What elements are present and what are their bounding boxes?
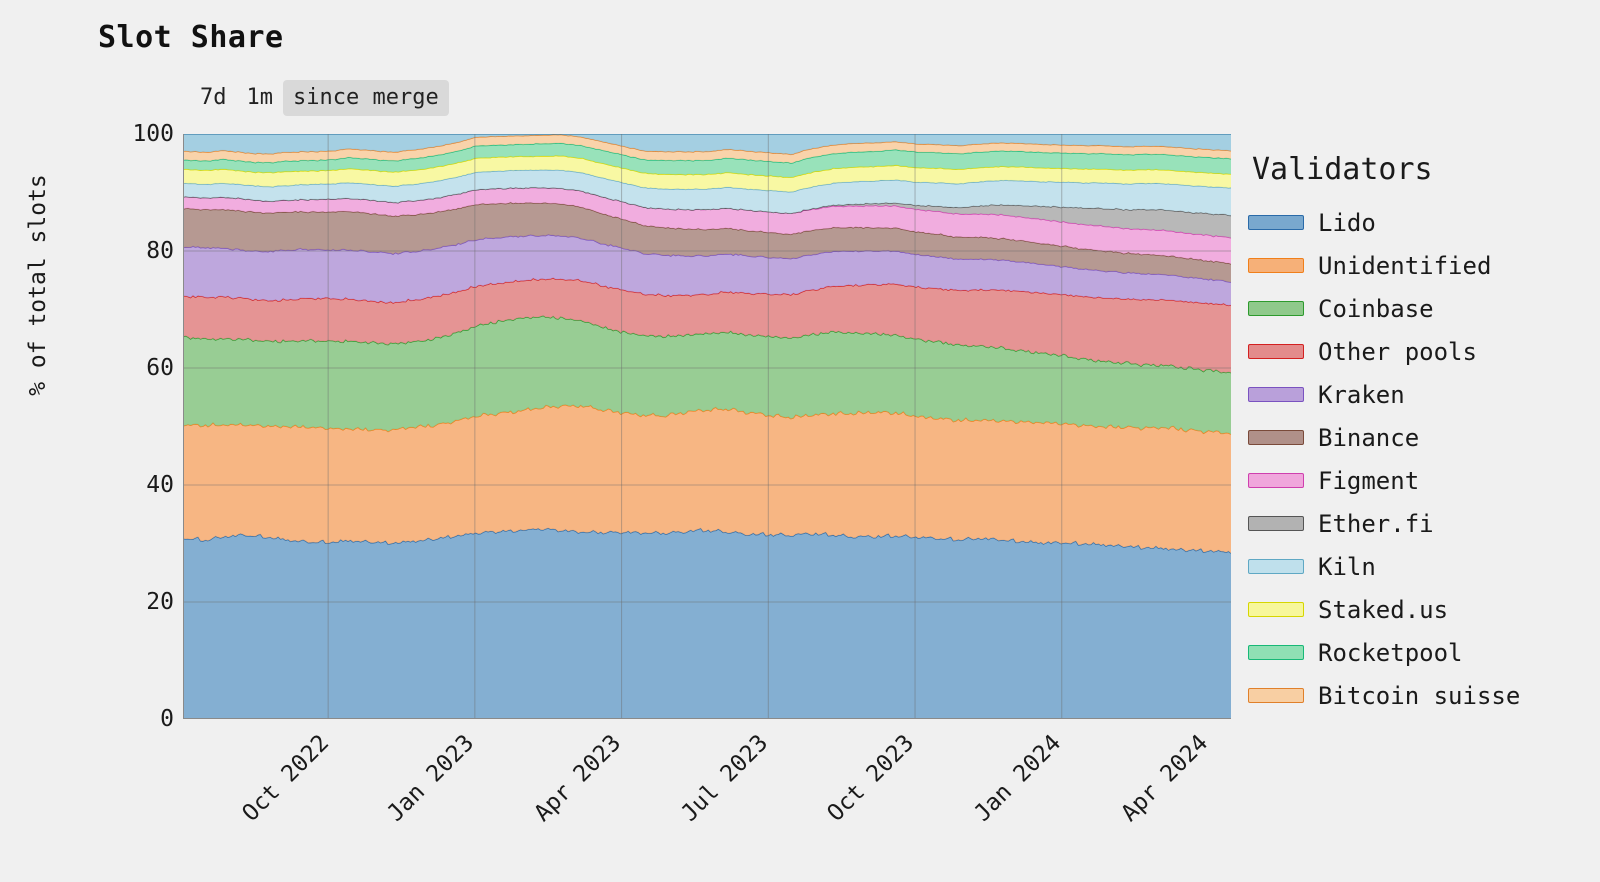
legend-item-figment[interactable]: Figment — [1248, 459, 1598, 502]
range-button-since-merge[interactable]: since merge — [283, 80, 449, 117]
y-tick-label: 20 — [146, 589, 174, 615]
y-axis-title: % of total slots — [25, 174, 51, 396]
legend-item-label: Rocketpool — [1318, 638, 1463, 667]
y-tick-label: 40 — [146, 472, 174, 498]
area-lido — [183, 528, 1231, 719]
legend-swatch-icon — [1248, 645, 1304, 660]
legend-item-kiln[interactable]: Kiln — [1248, 545, 1598, 588]
chart-page: Slot Share 7d 1m since merge 0 20 40 60 80 100 … — [0, 0, 1600, 882]
x-tick-label: Jul 2023 — [676, 730, 773, 827]
legend-swatch-icon — [1248, 430, 1304, 445]
legend-item-label: Ether.fi — [1318, 509, 1434, 538]
legend-item-label: Staked.us — [1318, 595, 1449, 624]
legend-swatch-icon — [1248, 473, 1304, 488]
legend-item-unidentified[interactable]: Unidentified — [1248, 244, 1598, 287]
legend-item-label: Kiln — [1318, 552, 1376, 581]
y-tick-label: 100 — [132, 121, 174, 147]
legend-item-ether-fi[interactable]: Ether.fi — [1248, 502, 1598, 545]
legend-item-label: Kraken — [1318, 380, 1405, 409]
legend-item-label: Unidentified — [1318, 251, 1492, 280]
legend-title: Validators — [1252, 152, 1433, 187]
legend-item-rocketpool[interactable]: Rocketpool — [1248, 631, 1598, 674]
legend-swatch-icon — [1248, 559, 1304, 574]
legend: Validators Lido Unidentified Coinbase Other… — [1248, 152, 1598, 717]
y-tick-label: 60 — [146, 355, 174, 381]
legend-item-label: Binance — [1318, 423, 1420, 452]
legend-swatch-icon — [1248, 258, 1304, 273]
legend-item-coinbase[interactable]: Coinbase — [1248, 287, 1598, 330]
legend-item-label: Figment — [1318, 466, 1420, 495]
legend-item-other-pools[interactable]: Other pools — [1248, 330, 1598, 373]
legend-swatch-icon — [1248, 387, 1304, 402]
legend-item-list: Lido Unidentified Coinbase Other pools Krake… — [1248, 201, 1598, 717]
time-range-selector[interactable]: 7d 1m since merge — [190, 80, 449, 117]
x-tick-label: Oct 2022 — [237, 730, 335, 827]
legend-item-bitcoin-suisse[interactable]: Bitcoin suisse — [1248, 674, 1598, 717]
plot-area[interactable] — [183, 134, 1231, 719]
legend-item-label: Coinbase — [1318, 294, 1434, 323]
legend-item-staked-us[interactable]: Staked.us — [1248, 588, 1598, 631]
legend-item-label: Bitcoin suisse — [1318, 681, 1521, 710]
legend-swatch-icon — [1248, 301, 1304, 316]
x-tick-label: Apr 2023 — [529, 730, 627, 827]
stacked-area-chart — [183, 134, 1231, 719]
legend-swatch-icon — [1248, 688, 1304, 703]
legend-item-label: Lido — [1318, 208, 1376, 237]
x-tick-label: Apr 2024 — [1116, 730, 1213, 827]
legend-item-lido[interactable]: Lido — [1248, 201, 1598, 244]
legend-item-label: Other pools — [1318, 337, 1477, 366]
legend-item-binance[interactable]: Binance — [1248, 416, 1598, 459]
legend-item-kraken[interactable]: Kraken — [1248, 373, 1598, 416]
legend-swatch-icon — [1248, 215, 1304, 230]
x-tick-label: Oct 2023 — [822, 730, 920, 827]
y-tick-label: 0 — [160, 706, 174, 732]
page-title: Slot Share — [98, 20, 284, 55]
range-button-7d[interactable]: 7d — [190, 80, 237, 116]
legend-swatch-icon — [1248, 344, 1304, 359]
range-button-1m[interactable]: 1m — [237, 80, 284, 116]
x-tick-label: Jan 2023 — [382, 730, 480, 827]
legend-swatch-icon — [1248, 516, 1304, 531]
y-tick-label: 80 — [146, 238, 174, 264]
legend-swatch-icon — [1248, 602, 1304, 617]
x-tick-label: Jan 2024 — [969, 730, 1067, 827]
